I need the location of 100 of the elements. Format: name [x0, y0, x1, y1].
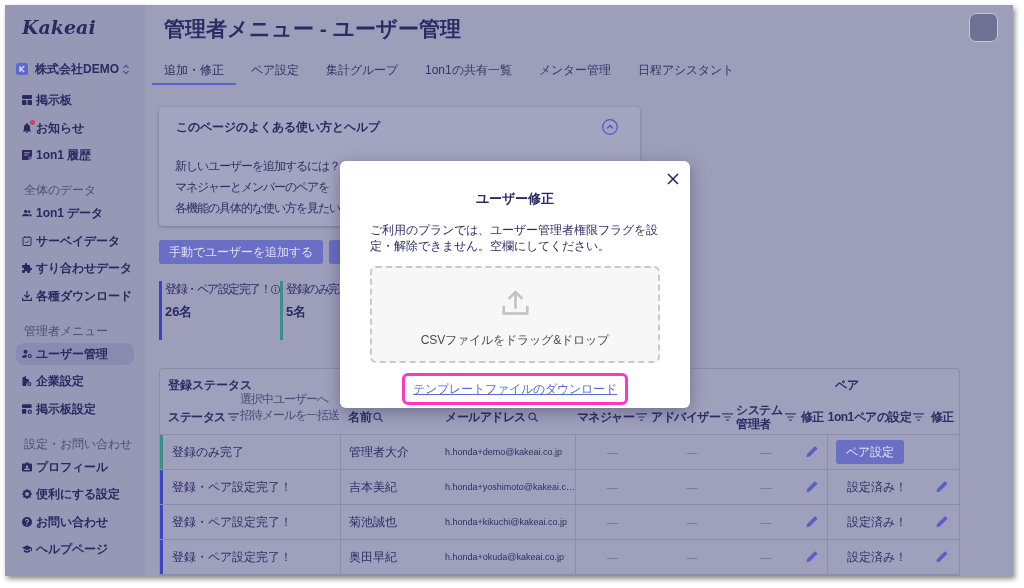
pencil-icon[interactable] [806, 516, 818, 528]
page-title: 管理者メニュー - ユーザー管理 [164, 16, 461, 42]
graduation-cap-icon [22, 544, 32, 554]
stat-value: 5名 [286, 304, 307, 319]
column-header: マネジャー [576, 410, 635, 424]
sidebar-item[interactable]: 各種ダウンロード [16, 284, 134, 307]
email-address: h.honda+kikuchi@kakeai.co.jp [445, 516, 567, 528]
info-icon[interactable] [271, 284, 280, 294]
search-icon[interactable] [527, 412, 538, 422]
chevron-up-down-icon [123, 63, 129, 75]
empty-value: — [686, 481, 698, 493]
add-user-button[interactable]: 手動でユーザーを追加する [159, 240, 323, 264]
user-name: 管理者大介 [349, 445, 409, 459]
workspace-switcher[interactable]: 株式会社DEMO [16, 49, 134, 89]
column-header: 名前 [348, 410, 371, 424]
sidebar-item[interactable]: 企業設定 [16, 370, 134, 392]
bell-icon [22, 122, 32, 133]
help-question[interactable]: 各機能の具体的な使い方を見たい [175, 200, 340, 216]
pencil-icon[interactable] [936, 516, 948, 528]
pencil-icon[interactable] [806, 446, 818, 458]
column-header: システム管理者 [736, 403, 783, 431]
sidebar-item[interactable]: すり合わせデータ [16, 257, 134, 279]
sidebar-item[interactable]: ユーザー管理 [16, 342, 134, 365]
sidebar-item[interactable]: サーベイデータ [16, 229, 134, 252]
sidebar-item[interactable]: 1on1 履歴 [16, 144, 134, 166]
help-question[interactable]: 新しいユーザーを追加するには？ [175, 158, 340, 174]
bulk-invite-text: 選択中ユーザーへ [240, 391, 328, 407]
email-address: h.honda+okuda@kakeai.co.jp [445, 551, 564, 563]
tab[interactable]: 集計グループ [314, 57, 410, 85]
sidebar-item[interactable]: 便利にする設定 [16, 483, 134, 505]
sidebar-item[interactable]: お問い合わせ [16, 510, 134, 533]
empty-value: — [607, 516, 618, 528]
question-circle-icon [22, 516, 32, 527]
dialog-title: ユーザー修正 [476, 191, 554, 207]
stat-value: 26名 [165, 304, 193, 319]
empty-value: — [760, 551, 772, 563]
sidebar-item[interactable]: お知らせ [16, 116, 134, 139]
template-download-link[interactable]: テンプレートファイルのダウンロード [413, 382, 617, 396]
close-icon[interactable] [667, 173, 679, 185]
sidebar-item[interactable]: 掲示板 [16, 89, 134, 111]
user-name: 菊池誠也 [349, 515, 397, 529]
dashboard-gear-icon [22, 403, 32, 414]
stat-label: 登録・ペア設定完了！ [165, 282, 270, 296]
section-heading: 管理者メニュー [24, 323, 108, 338]
sidebar-item[interactable]: 掲示板設定 [16, 397, 134, 420]
pair-status-text: 設定済み！ [846, 550, 907, 564]
tab[interactable]: メンター管理 [526, 57, 623, 85]
note-icon [22, 150, 32, 160]
filter-icon[interactable] [636, 413, 648, 421]
user-name: 奥田早紀 [349, 550, 397, 564]
dashboard-icon [22, 95, 32, 105]
pencil-icon[interactable] [936, 481, 948, 493]
puzzle-icon [22, 263, 32, 273]
chevron-up-icon[interactable] [602, 119, 618, 135]
help-title: このページのよくある使い方とヘルプ [176, 119, 380, 135]
pencil-icon[interactable] [806, 481, 818, 493]
id-card-icon [22, 461, 32, 472]
column-header: ステータス [168, 410, 226, 424]
sidebar-item[interactable]: ヘルプページ [16, 538, 134, 560]
empty-value: — [760, 516, 772, 528]
status-text: 登録のみ完了 [172, 445, 244, 459]
empty-value: — [607, 551, 618, 563]
avatar-placeholder[interactable] [969, 13, 998, 42]
search-icon[interactable] [373, 412, 383, 422]
app-logo: Kakeai [22, 15, 96, 39]
pair-setup-button[interactable]: ペア設定 [836, 440, 904, 464]
filter-icon[interactable] [227, 413, 239, 421]
pencil-icon[interactable] [806, 551, 818, 563]
workspace-logo-icon [16, 63, 28, 75]
column-header: メールアドレス [445, 410, 526, 424]
status-text: 登録・ペア設定完了！ [172, 480, 292, 494]
stat-label: 登録のみ完 [286, 282, 339, 296]
empty-value: — [607, 446, 618, 458]
tab[interactable]: 追加・修正 [152, 57, 236, 85]
column-header: アドバイザー [651, 410, 720, 424]
dialog-message: ご利用のプランでは、ユーザー管理者権限フラグを設定・解除できません。空欄にしてください。 [370, 222, 659, 254]
email-address: h.honda+yoshimoto@kakeai.c… [445, 481, 575, 493]
email-address: h.honda+demo@kakeai.co.jp [445, 446, 562, 458]
bulk-invite-text: 招待メールを一括送 [240, 407, 339, 423]
status-text: 登録・ペア設定完了！ [172, 515, 292, 529]
filter-icon[interactable] [785, 413, 796, 421]
status-text: 登録・ペア設定完了！ [172, 550, 292, 564]
tab[interactable]: 1on1の共有一覧 [413, 57, 524, 85]
building-gear-icon [22, 376, 32, 386]
sidebar-item[interactable]: プロフィール [16, 455, 134, 478]
empty-value: — [686, 446, 698, 458]
csv-drop-zone[interactable]: CSVファイルをドラッグ&ドロップ [370, 266, 660, 363]
people-icon [22, 208, 32, 218]
tab[interactable]: ペア設定 [239, 57, 311, 85]
filter-icon[interactable] [913, 413, 925, 421]
column-header: 修正 [930, 410, 954, 424]
pencil-icon[interactable] [936, 551, 948, 563]
filter-icon[interactable] [722, 413, 733, 421]
user-name: 吉本美紀 [349, 480, 397, 494]
help-question[interactable]: マネジャーとメンバーのペアを [175, 179, 329, 195]
sidebar-item[interactable]: 1on1 データ [16, 202, 134, 224]
tab[interactable]: 日程アシスタント [625, 57, 746, 85]
empty-value: — [686, 551, 698, 563]
calendar-check-icon [22, 235, 32, 246]
empty-value: — [607, 481, 618, 493]
